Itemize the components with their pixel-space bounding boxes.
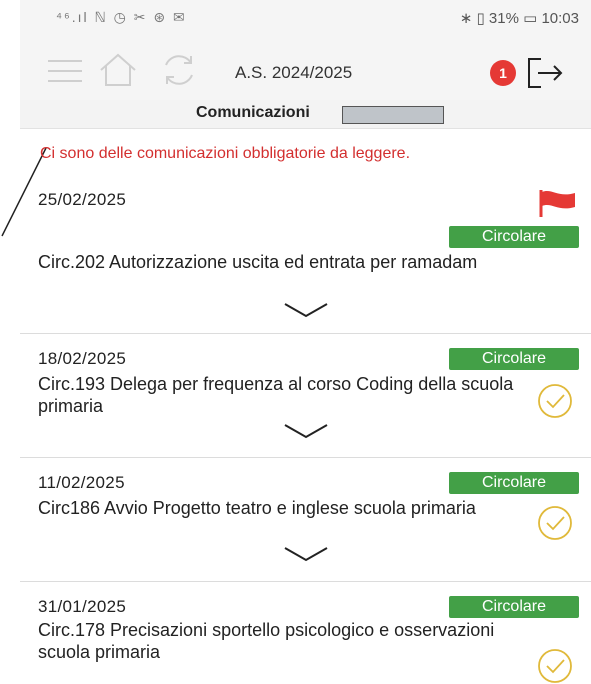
chevron-down-icon[interactable] [282,423,330,439]
notification-badge[interactable]: 1 [490,60,516,86]
hamburger-menu-icon[interactable] [48,60,82,90]
check-circle-icon [538,649,572,683]
communication-date: 11/02/2025 [38,473,125,492]
divider [20,581,591,582]
page-title-bar: Comunicazioni [20,100,591,129]
communication-title: Circ.178 Precisazioni sportello psicolog… [38,620,495,662]
check-circle-icon [538,384,572,418]
category-tag: Circolare [449,472,579,494]
school-year-label: A.S. 2024/2025 [235,63,353,82]
home-icon[interactable] [98,51,138,89]
check-circle-icon [538,506,572,540]
divider [20,333,591,334]
communication-title: Circ.193 Delega per frequenza al corso C… [38,374,514,416]
chevron-down-icon[interactable] [282,546,330,562]
redacted-box [342,106,444,124]
category-tag: Circolare [449,348,579,370]
divider [20,457,591,458]
page-title: Comunicazioni [196,104,310,121]
logout-icon[interactable] [525,56,565,90]
communication-date: 31/01/2025 [38,597,127,616]
mandatory-notice: Ci sono delle comunicazioni obbligatorie… [40,145,411,162]
communication-date: 18/02/2025 [38,349,127,368]
status-right-info: ∗ ▯ 31% ▭ 10:03 [459,10,579,27]
category-tag: Circolare [449,596,579,618]
status-icons: ⁴⁶.ıl ℕ ◷ ✂ ⊛ ✉ [56,9,187,25]
flag-icon [539,190,575,217]
communication-date: 25/02/2025 [38,190,127,209]
app-header: A.S. 2024/2025 1 [20,36,591,110]
communication-title: Circ186 Avvio Progetto teatro e inglese … [38,498,476,518]
communication-title: Circ.202 Autorizzazione uscita ed entrat… [38,252,478,272]
status-bar: ⁴⁶.ıl ℕ ◷ ✂ ⊛ ✉ ∗ ▯ 31% ▭ 10:03 [20,0,591,36]
refresh-icon[interactable] [160,52,198,88]
chevron-down-icon[interactable] [282,302,330,318]
category-tag: Circolare [449,226,579,248]
